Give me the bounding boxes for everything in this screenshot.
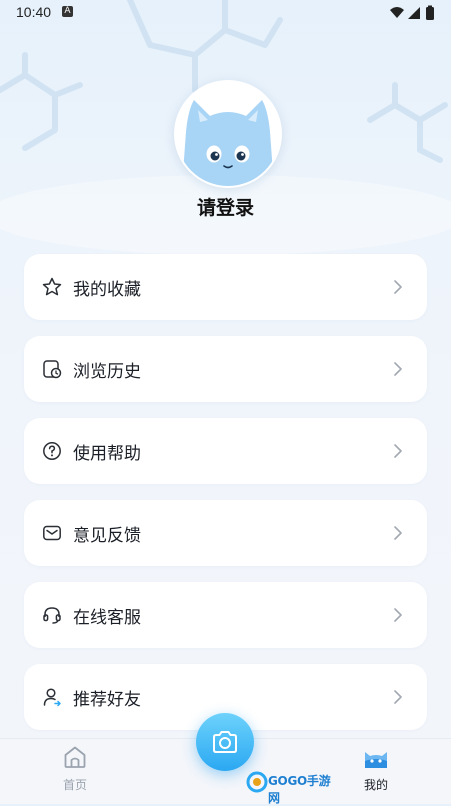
history-icon bbox=[43, 360, 62, 379]
headset-icon bbox=[43, 607, 61, 624]
menu-item-label: 浏览历史 bbox=[73, 362, 141, 382]
status-time: 10:40 bbox=[16, 4, 52, 20]
notification-icon: A bbox=[62, 6, 73, 17]
chevron-right-icon bbox=[394, 280, 402, 294]
camera-button[interactable] bbox=[196, 713, 254, 771]
menu-item-label: 使用帮助 bbox=[73, 444, 141, 464]
menu-item-help[interactable]: 使用帮助 bbox=[24, 418, 427, 484]
cat-avatar-icon bbox=[182, 100, 274, 186]
menu-item-label: 我的收藏 bbox=[73, 280, 141, 300]
watermark: GOGO手游网 bbox=[246, 771, 334, 805]
menu-item-feedback[interactable]: 意见反馈 bbox=[24, 500, 427, 566]
signal-icon bbox=[408, 7, 420, 19]
status-bar: 10:40 A bbox=[0, 0, 451, 26]
chevron-right-icon bbox=[394, 526, 402, 540]
login-prompt[interactable]: 请登录 bbox=[0, 193, 451, 220]
tab-home[interactable]: 首页 bbox=[45, 744, 105, 793]
menu-item-label: 在线客服 bbox=[73, 608, 141, 628]
chevron-right-icon bbox=[394, 362, 402, 376]
star-icon bbox=[42, 277, 62, 296]
wifi-icon bbox=[390, 7, 404, 18]
chevron-right-icon bbox=[394, 608, 402, 622]
help-icon bbox=[43, 442, 61, 460]
chevron-right-icon bbox=[394, 444, 402, 458]
menu-item-label: 推荐好友 bbox=[73, 690, 141, 710]
avatar[interactable] bbox=[174, 80, 282, 188]
menu-item-favorites[interactable]: 我的收藏 bbox=[24, 254, 427, 320]
battery-icon bbox=[426, 7, 434, 20]
mail-icon bbox=[43, 525, 61, 541]
home-icon bbox=[64, 746, 86, 768]
tab-home-label: 首页 bbox=[62, 778, 87, 792]
tab-mine-label: 我的 bbox=[363, 778, 388, 792]
user-share-icon bbox=[43, 688, 61, 707]
watermark-text: GOGO手游网 bbox=[268, 774, 331, 805]
chevron-right-icon bbox=[394, 690, 402, 704]
tab-mine[interactable]: 我的 bbox=[346, 744, 406, 793]
status-icons bbox=[390, 5, 434, 20]
menu-item-support[interactable]: 在线客服 bbox=[24, 582, 427, 648]
menu-item-label: 意见反馈 bbox=[73, 526, 141, 546]
menu-item-history[interactable]: 浏览历史 bbox=[24, 336, 427, 402]
watermark-logo-icon bbox=[246, 771, 268, 793]
cat-face-icon bbox=[365, 752, 387, 768]
camera-icon bbox=[213, 731, 237, 753]
